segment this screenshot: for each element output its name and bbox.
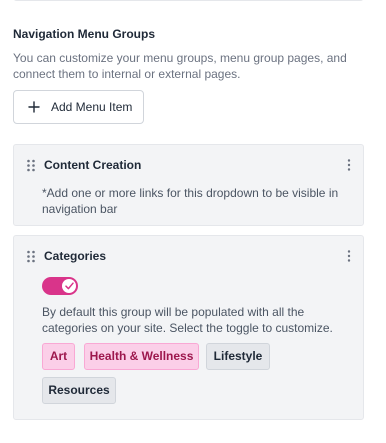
menu-group-card: Content Creation *Add one or more links … — [13, 144, 364, 226]
plus-icon — [28, 101, 40, 113]
menu-group-card: Categories By default this group will be… — [13, 235, 364, 420]
group-description: By default this group will be populated … — [42, 305, 333, 335]
customize-toggle[interactable] — [42, 277, 78, 295]
group-note: *Add one or more links for this dropdown… — [42, 186, 339, 216]
tag-resources[interactable]: Resources — [42, 377, 116, 404]
drag-handle-icon[interactable] — [26, 159, 36, 172]
add-menu-item-label: Add Menu Item — [51, 100, 133, 114]
add-menu-item-button[interactable]: Add Menu Item — [13, 90, 144, 124]
tag-lifestyle[interactable]: Lifestyle — [206, 343, 270, 370]
check-icon — [64, 282, 74, 290]
tag-art[interactable]: Art — [42, 343, 75, 370]
group-title: Categories — [44, 249, 107, 263]
tag-health-wellness[interactable]: Health & Wellness — [84, 343, 199, 370]
group-title: Content Creation — [44, 158, 142, 172]
section-description: You can customize your menu groups, menu… — [13, 51, 347, 81]
more-options-icon[interactable] — [347, 250, 351, 262]
section-title: Navigation Menu Groups — [13, 27, 156, 41]
drag-handle-icon[interactable] — [26, 250, 36, 263]
toggle-knob — [62, 279, 76, 293]
previous-card-edge — [13, 0, 364, 1]
more-options-icon[interactable] — [347, 159, 351, 171]
